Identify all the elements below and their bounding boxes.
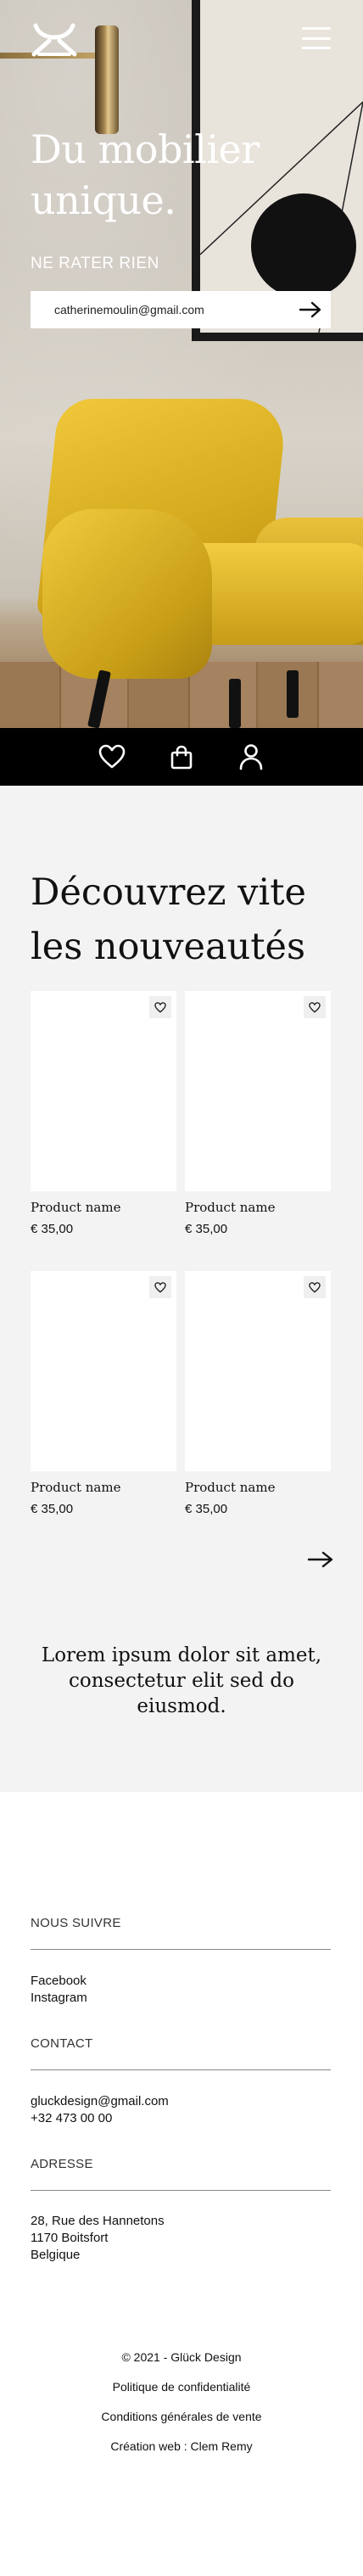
newsletter-label: NE RATER RIEN [31,255,159,272]
product-image[interactable] [31,1271,176,1471]
new-arrivals-section: Découvrez vite les nouveautés Product na… [0,786,363,1792]
product-image[interactable] [31,991,176,1191]
tab-cart[interactable] [167,742,196,771]
terms-link[interactable]: Conditions générales de vente [0,2410,363,2423]
bottom-tab-bar [0,728,363,786]
arrow-right-icon[interactable] [299,300,322,320]
section-title: Découvrez vite les nouveautés [31,871,306,968]
product-image[interactable] [185,1271,331,1471]
contact-phone-link[interactable]: +32 473 00 00 [31,2110,112,2127]
product-price: € 35,00 [185,1222,228,1236]
product-price: € 35,00 [31,1502,74,1516]
address-line: 1170 Boitsfort [31,2231,109,2245]
favorite-button[interactable] [149,996,171,1018]
brand-logo[interactable] [31,22,78,58]
product-card[interactable]: Product name € 35,00 [185,991,331,1236]
product-card[interactable]: Product name € 35,00 [31,1271,176,1516]
user-icon [239,744,263,770]
tagline-quote: Lorem ipsum dolor sit amet, consectetur … [41,1644,322,1717]
divider [31,2190,331,2191]
favorite-button[interactable] [304,996,326,1018]
footer-heading-contact: CONTACT [31,2036,93,2051]
armchair-leg [287,670,299,718]
footer-heading-address: ADRESSE [31,2157,93,2171]
address-line: 28, Rue des Hannetons [31,2214,165,2228]
site-footer: NOUS SUIVRE Facebook Instagram CONTACT g… [0,1792,363,2576]
divider [31,2069,331,2070]
footer-heading-follow: NOUS SUIVRE [31,1916,121,1930]
favorite-button[interactable] [149,1276,171,1298]
contact-email-link[interactable]: gluckdesign@gmail.com [31,2093,169,2110]
product-name[interactable]: Product name [31,1200,176,1215]
heart-icon [154,1001,166,1013]
product-name[interactable]: Product name [185,1480,331,1495]
product-card[interactable]: Product name € 35,00 [31,991,176,1236]
email-input[interactable] [53,302,282,317]
heart-icon [309,1281,321,1293]
menu-line [302,36,331,40]
favorite-button[interactable] [304,1276,326,1298]
product-image[interactable] [185,991,331,1191]
product-name[interactable]: Product name [185,1200,331,1215]
armchair-leg [229,679,241,728]
facebook-link[interactable]: Facebook [31,1973,87,1990]
shopping-bag-icon [170,745,193,770]
product-name[interactable]: Product name [31,1480,176,1495]
privacy-policy-link[interactable]: Politique de confidentialité [0,2380,363,2394]
divider [31,1949,331,1950]
copyright-text: © 2021 - Glück Design [121,2350,242,2364]
hero-title: Du mobilier unique. [31,126,260,223]
arrow-right-icon[interactable] [307,1549,334,1570]
instagram-link[interactable]: Instagram [31,1990,87,2007]
menu-line [302,27,331,30]
wall-lamp [95,25,119,134]
newsletter-form [31,291,331,328]
product-card[interactable]: Product name € 35,00 [185,1271,331,1516]
tab-favorites[interactable] [98,742,126,771]
heart-icon [309,1001,321,1013]
armchair-left-arm [42,509,212,679]
address-line: Belgique [31,2248,81,2262]
credits-link[interactable]: Création web : Clem Remy [0,2439,363,2453]
product-price: € 35,00 [185,1502,228,1516]
menu-line [302,47,331,49]
hamburger-menu-icon[interactable] [302,27,331,49]
heart-icon [154,1281,166,1293]
product-price: € 35,00 [31,1222,74,1236]
hero-section: Du mobilier unique. NE RATER RIEN [0,0,363,728]
heart-icon [98,744,126,769]
tab-account[interactable] [237,742,265,771]
